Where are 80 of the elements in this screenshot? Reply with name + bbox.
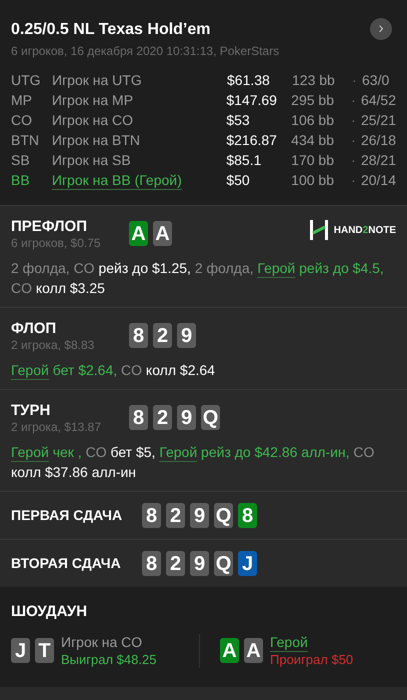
street-info: 2 игрока, $13.87 <box>11 420 102 434</box>
position-label: BTN <box>11 131 40 150</box>
street-info: 6 игроков, $0.75 <box>11 236 102 250</box>
showdown-result: Выиграл $48.25 <box>61 650 156 668</box>
stack-bb: 295 bb <box>291 91 335 110</box>
playing-card: 9 <box>177 323 196 348</box>
playing-card: 2 <box>166 551 185 576</box>
playing-card: 2 <box>153 405 172 430</box>
position-label: CO <box>11 111 33 130</box>
hand-subtitle: 6 игроков, 16 декабря 2020 10:31:13, PokerStars <box>11 43 280 60</box>
playing-card: 9 <box>190 503 209 528</box>
playing-card: Q <box>214 551 233 576</box>
player-stats: 63/0 <box>362 71 390 90</box>
player-name[interactable]: Игрок на BTN <box>52 130 226 150</box>
runout-title: ВТОРАЯ СДАЧА <box>11 554 122 573</box>
player-stats: 64/52 <box>360 91 396 110</box>
stack-bb: 100 bb <box>291 171 335 190</box>
showdown-player[interactable]: Герой <box>270 634 354 650</box>
playing-card: 8 <box>129 323 148 348</box>
stack-bb: 170 bb <box>291 151 335 170</box>
showdown-player: Игрок на CO <box>61 634 144 650</box>
playing-card: J <box>11 638 30 663</box>
position-label: SB <box>11 151 31 170</box>
stack-bb: 106 bb <box>291 111 335 130</box>
player-stats: 26/18 <box>360 131 396 150</box>
action-summary: 2 фолда, CO рейз до $1.25, 2 фолда, Герой рейз до $4.5, CO колл $3.25 <box>11 259 385 298</box>
stack-amount: $216.87 <box>226 131 278 150</box>
stack-bb: 123 bb <box>292 71 336 90</box>
playing-card: 8 <box>238 503 257 528</box>
stack-amount: $85.1 <box>226 151 262 170</box>
playing-card: A <box>153 221 172 246</box>
street-info: 2 игрока, $8.83 <box>11 338 96 352</box>
showdown-result: Проиграл $50 <box>270 650 354 668</box>
separator-dot: · <box>351 131 357 150</box>
street-title: ПРЕФЛОП <box>11 218 88 236</box>
next-button[interactable]: › <box>370 18 392 40</box>
playing-card: 2 <box>166 503 185 528</box>
position-label: BB <box>11 171 31 190</box>
stack-amount: $61.38 <box>227 71 271 90</box>
separator-dot: · <box>351 151 357 170</box>
playing-card: T <box>35 638 54 663</box>
player-stats: 20/14 <box>360 171 396 190</box>
stack-amount: $53 <box>226 111 251 130</box>
player-stats: 25/21 <box>360 111 396 130</box>
separator-dot: · <box>351 91 357 110</box>
action-summary: Герой чек , CO бет $5, Герой рейз до $42.86 алл-ин, CO колл $37.86 алл-ин <box>11 443 376 482</box>
playing-card: 9 <box>177 405 196 430</box>
player-name[interactable]: Игрок на CO <box>52 110 226 130</box>
playing-card: J <box>238 551 257 576</box>
playing-card: 9 <box>190 551 209 576</box>
position-label: MP <box>11 91 33 110</box>
hand-title: 0.25/0.5 NL Texas Hold’em <box>11 20 212 40</box>
logo-icon <box>310 220 328 240</box>
stack-amount: $50 <box>226 171 251 190</box>
stack-amount: $147.69 <box>226 91 278 110</box>
player-name[interactable]: Игрок на UTG <box>52 70 227 90</box>
street-title: ТУРН <box>11 402 52 420</box>
showdown-title: ШОУДАУН <box>11 602 88 622</box>
position-label: UTG <box>11 71 42 90</box>
player-stats: 28/21 <box>360 151 396 170</box>
playing-card: Q <box>214 503 233 528</box>
runout-title: ПЕРВАЯ СДАЧА <box>11 506 124 525</box>
playing-card: 2 <box>153 323 172 348</box>
playing-card: A <box>129 221 148 246</box>
separator-dot: · <box>352 71 358 90</box>
player-name[interactable]: Игрок на MP <box>52 90 226 110</box>
street-title: ФЛОП <box>11 320 58 338</box>
brand-name: HAND2NOTE <box>334 224 396 238</box>
player-name[interactable]: Игрок на BB (Герой) <box>52 170 226 190</box>
playing-card: Q <box>201 405 220 430</box>
playing-card: 8 <box>129 405 148 430</box>
separator-dot: · <box>351 111 357 130</box>
playing-card: 8 <box>142 551 161 576</box>
separator-dot: · <box>351 171 357 190</box>
action-summary: Герой бет $2.64, CO колл $2.64 <box>11 361 216 380</box>
playing-card: 8 <box>142 503 161 528</box>
playing-card: A <box>244 638 263 663</box>
stack-bb: 434 bb <box>291 131 335 150</box>
player-name[interactable]: Игрок на SB <box>52 150 226 170</box>
playing-card: A <box>220 638 239 663</box>
